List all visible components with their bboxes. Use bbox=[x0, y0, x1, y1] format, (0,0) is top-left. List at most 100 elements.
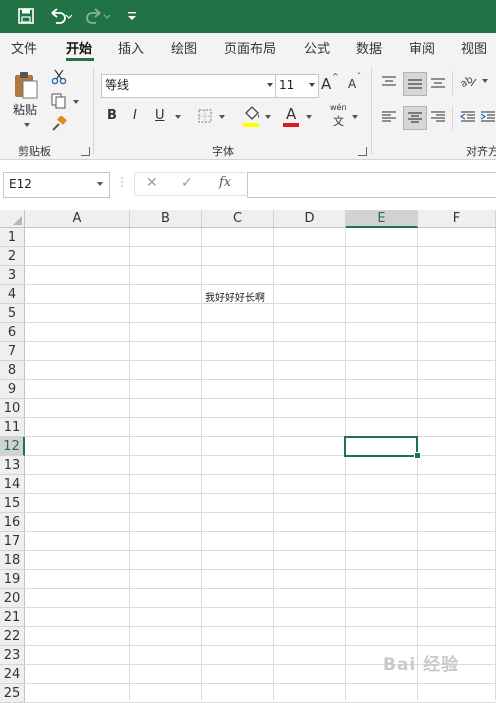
name-box[interactable]: E12 bbox=[3, 172, 110, 198]
cancel-icon[interactable]: ✕ bbox=[146, 175, 158, 191]
row-header-16[interactable]: 16 bbox=[0, 513, 25, 532]
row-header-12[interactable]: 12 bbox=[0, 437, 25, 456]
row-header-11[interactable]: 11 bbox=[0, 418, 25, 437]
row-gridline bbox=[25, 474, 496, 475]
tab-file[interactable]: 文件 bbox=[11, 38, 37, 57]
column-header-d[interactable]: D bbox=[274, 210, 346, 228]
phonetic-guide-icon[interactable]: 文 bbox=[333, 113, 344, 129]
increase-arrow-icon: ^ bbox=[332, 72, 339, 81]
row-header-9[interactable]: 9 bbox=[0, 380, 25, 399]
tab-view[interactable]: 视图 bbox=[461, 38, 487, 57]
paste-label[interactable]: 粘贴 bbox=[13, 101, 37, 118]
worksheet-grid[interactable]: ABCDEF 1 2 3 4 5 6 7 8 9 10 11 12 13 14 15 16 17 18 19 20 21… bbox=[0, 210, 496, 703]
row-header-18[interactable]: 18 bbox=[0, 551, 25, 570]
font-size-select[interactable]: 11 bbox=[275, 74, 319, 98]
underline-button[interactable]: U bbox=[155, 108, 165, 123]
row-header-1[interactable]: 1 bbox=[0, 228, 25, 247]
increase-indent-icon[interactable] bbox=[480, 107, 496, 127]
redo-icon[interactable] bbox=[84, 5, 114, 27]
clipboard-launcher-icon[interactable] bbox=[81, 147, 90, 156]
row-header-24[interactable]: 24 bbox=[0, 665, 25, 684]
tab-draw[interactable]: 绘图 bbox=[171, 38, 197, 57]
row-gridline bbox=[25, 436, 496, 437]
customize-quick-access-icon[interactable] bbox=[125, 5, 139, 27]
font-name-value: 等线 bbox=[105, 78, 130, 92]
chevron-down-icon bbox=[309, 83, 315, 87]
cell-c4[interactable]: 我好好好长啊 bbox=[205, 289, 265, 304]
align-center-icon[interactable] bbox=[403, 106, 427, 130]
row-header-2[interactable]: 2 bbox=[0, 247, 25, 266]
tab-home[interactable]: 开始 bbox=[66, 38, 92, 57]
increase-font-size-icon[interactable]: A bbox=[321, 75, 331, 93]
row-gridline bbox=[25, 550, 496, 551]
phonetic-label-top: wén bbox=[330, 103, 347, 112]
row-header-21[interactable]: 21 bbox=[0, 608, 25, 627]
copy-dropdown-icon[interactable] bbox=[73, 100, 79, 104]
align-bottom-icon[interactable] bbox=[428, 72, 448, 92]
tab-page-layout[interactable]: 页面布局 bbox=[224, 38, 276, 57]
bold-button[interactable]: B bbox=[107, 108, 117, 123]
row-header-3[interactable]: 3 bbox=[0, 266, 25, 285]
column-header-f[interactable]: F bbox=[418, 210, 496, 228]
paste-icon[interactable] bbox=[11, 68, 41, 102]
borders-dropdown-icon[interactable] bbox=[219, 115, 225, 119]
align-middle-icon[interactable] bbox=[403, 72, 427, 96]
decrease-indent-icon[interactable] bbox=[458, 107, 478, 127]
tab-data[interactable]: 数据 bbox=[356, 38, 382, 57]
insert-function-icon[interactable]: fx bbox=[219, 175, 231, 190]
row-gridline bbox=[25, 417, 496, 418]
row-header-13[interactable]: 13 bbox=[0, 456, 25, 475]
save-icon[interactable] bbox=[14, 5, 38, 27]
orientation-icon[interactable]: ab bbox=[460, 71, 478, 91]
row-header-22[interactable]: 22 bbox=[0, 627, 25, 646]
fill-color-dropdown-icon[interactable] bbox=[265, 115, 271, 119]
row-header-10[interactable]: 10 bbox=[0, 399, 25, 418]
tab-formulas[interactable]: 公式 bbox=[304, 38, 330, 57]
font-launcher-icon[interactable] bbox=[358, 147, 367, 156]
font-group-label: 字体 bbox=[212, 145, 234, 158]
align-right-icon[interactable] bbox=[428, 107, 448, 127]
active-tab-indicator bbox=[66, 58, 94, 61]
orientation-dropdown-icon[interactable] bbox=[482, 79, 488, 83]
font-color-dropdown-icon[interactable] bbox=[306, 115, 312, 119]
enter-icon[interactable]: ✓ bbox=[181, 175, 193, 191]
column-header-e[interactable]: E bbox=[346, 210, 418, 228]
decrease-font-size-icon[interactable]: A bbox=[348, 77, 356, 91]
row-header-7[interactable]: 7 bbox=[0, 342, 25, 361]
row-gridline bbox=[25, 455, 496, 456]
align-top-icon[interactable] bbox=[379, 72, 399, 92]
row-header-8[interactable]: 8 bbox=[0, 361, 25, 380]
column-header-b[interactable]: B bbox=[130, 210, 202, 228]
row-header-14[interactable]: 14 bbox=[0, 475, 25, 494]
fill-handle[interactable] bbox=[414, 452, 421, 459]
tab-insert[interactable]: 插入 bbox=[118, 38, 144, 57]
formula-input[interactable] bbox=[247, 172, 496, 198]
row-header-4[interactable]: 4 bbox=[0, 285, 25, 304]
row-header-25[interactable]: 25 bbox=[0, 684, 25, 703]
copy-icon[interactable] bbox=[50, 92, 68, 110]
row-header-20[interactable]: 20 bbox=[0, 589, 25, 608]
paste-dropdown-icon[interactable] bbox=[24, 123, 30, 127]
format-painter-icon[interactable] bbox=[50, 115, 68, 133]
tab-review[interactable]: 审阅 bbox=[409, 38, 435, 57]
row-header-15[interactable]: 15 bbox=[0, 494, 25, 513]
row-header-17[interactable]: 17 bbox=[0, 532, 25, 551]
row-header-5[interactable]: 5 bbox=[0, 304, 25, 323]
font-name-select[interactable]: 等线 bbox=[101, 74, 277, 98]
row-gridline bbox=[25, 493, 496, 494]
select-all-corner[interactable] bbox=[0, 210, 25, 228]
formula-bar-grip-icon: ⋮ bbox=[116, 175, 128, 189]
row-header-23[interactable]: 23 bbox=[0, 646, 25, 665]
column-header-a[interactable]: A bbox=[25, 210, 130, 228]
underline-dropdown-icon[interactable] bbox=[175, 115, 181, 119]
column-header-c[interactable]: C bbox=[202, 210, 274, 228]
row-header-6[interactable]: 6 bbox=[0, 323, 25, 342]
row-header-19[interactable]: 19 bbox=[0, 570, 25, 589]
borders-icon[interactable] bbox=[197, 108, 213, 124]
italic-button[interactable]: I bbox=[133, 108, 137, 123]
cut-icon[interactable] bbox=[50, 68, 68, 86]
font-color-icon[interactable]: A bbox=[286, 105, 296, 123]
undo-icon[interactable] bbox=[46, 5, 76, 27]
phonetic-dropdown-icon[interactable] bbox=[352, 115, 358, 119]
align-left-icon[interactable] bbox=[379, 107, 399, 127]
